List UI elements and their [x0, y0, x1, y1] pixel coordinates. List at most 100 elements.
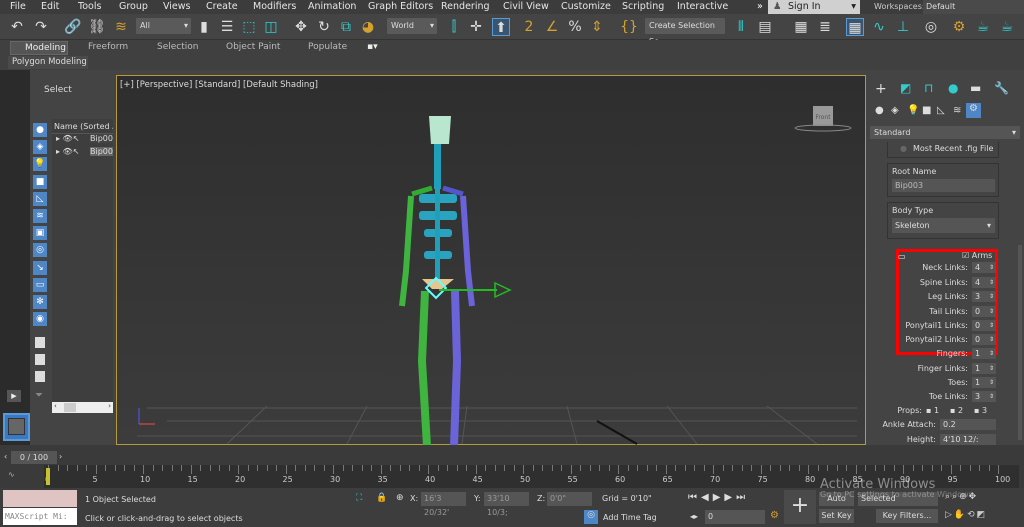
- param-spinner[interactable]: 3 ⇕: [972, 391, 996, 402]
- shapes-icon[interactable]: ◈: [891, 105, 899, 116]
- select-by-name-icon[interactable]: ☰: [218, 18, 236, 36]
- cameras-icon[interactable]: ■: [922, 105, 931, 116]
- placement-icon[interactable]: ◕: [359, 18, 377, 36]
- filter-shapes-icon[interactable]: ◈: [33, 140, 47, 154]
- systems-icon[interactable]: ⚙: [966, 103, 981, 118]
- hierarchy-tab-icon[interactable]: ⊓: [924, 81, 933, 95]
- column-header-name[interactable]: Name (Sorted A: [52, 119, 113, 134]
- current-frame-field[interactable]: 0: [705, 510, 765, 524]
- spinner-arrows-icon[interactable]: ⇕: [989, 377, 994, 388]
- height-spinner[interactable]: 4'10 12/:: [940, 434, 996, 445]
- spinner-arrows-icon[interactable]: ⇕: [989, 262, 994, 273]
- menu-tools[interactable]: Tools: [78, 1, 101, 12]
- param-spinner[interactable]: 1 ⇕: [972, 363, 996, 374]
- set-key-big-button[interactable]: +: [784, 490, 816, 524]
- curve-editor-toggle-icon[interactable]: ∿: [8, 470, 15, 479]
- layer-explorer-icon[interactable]: ≣: [816, 18, 834, 36]
- ribbon-options-icon[interactable]: ▪▾: [367, 42, 378, 52]
- param-spinner[interactable]: 0 ⇕: [972, 334, 996, 345]
- time-slider[interactable]: 0 / 100: [11, 451, 57, 464]
- category-dropdown[interactable]: Standard ▾: [870, 126, 1020, 139]
- viewcube[interactable]: Front: [794, 106, 852, 132]
- toggle-ribbon-icon[interactable]: ▦: [846, 18, 864, 36]
- rendered-frame-window-icon[interactable]: ☕: [974, 18, 992, 36]
- spinner-arrows-icon[interactable]: ⇕: [989, 334, 994, 345]
- menu-interactive[interactable]: Interactive: [677, 1, 728, 12]
- mirror-icon[interactable]: ⫴: [732, 18, 750, 36]
- set-key-button[interactable]: Set Key: [819, 509, 854, 523]
- prop1-checkbox[interactable]: ▪ 1: [926, 406, 939, 415]
- menu-civil-view[interactable]: Civil View: [503, 1, 549, 12]
- percent-snap-icon[interactable]: %: [566, 18, 584, 36]
- spinner-arrows-icon[interactable]: ⇕: [989, 348, 994, 359]
- next-frame-icon[interactable]: ›: [59, 452, 62, 461]
- filter-spacewarps-icon[interactable]: ≋: [33, 209, 47, 223]
- arms-checkbox[interactable]: ☑ Arms: [962, 251, 992, 260]
- display-none-icon[interactable]: [35, 354, 45, 365]
- spinner-arrows-icon[interactable]: ⇕: [989, 391, 994, 402]
- body-type-dropdown[interactable]: Skeleton ▾: [892, 218, 995, 233]
- polygon-modeling-panel[interactable]: Polygon Modeling: [8, 56, 88, 69]
- sign-in-dropdown[interactable]: ♟ Sign In ▾: [768, 0, 860, 14]
- geometry-icon[interactable]: ●: [875, 105, 884, 116]
- named-selection-dropdown[interactable]: Create Selection Se: [645, 18, 725, 46]
- create-tab-icon[interactable]: +: [875, 81, 887, 97]
- select-object-icon[interactable]: ▮: [195, 18, 213, 36]
- y-coordinate-field[interactable]: 33'10 10/3;: [484, 492, 529, 517]
- time-config-icon[interactable]: ⚙: [770, 510, 779, 521]
- menu-modifiers[interactable]: Modifiers: [253, 1, 296, 12]
- list-item[interactable]: ▸ 👁↖Bip003: [52, 147, 113, 160]
- prop2-checkbox[interactable]: ▪ 2: [950, 406, 963, 415]
- param-spinner[interactable]: 4 ⇕: [972, 277, 996, 288]
- root-name-input[interactable]: Bip003: [892, 179, 995, 192]
- param-spinner[interactable]: 3 ⇕: [972, 291, 996, 302]
- tab-freeform[interactable]: Freeform: [88, 42, 128, 52]
- tab-modeling[interactable]: Modeling: [10, 41, 68, 55]
- menu-create[interactable]: Create: [206, 1, 238, 12]
- rotate-icon[interactable]: ↻: [315, 18, 333, 36]
- selection-lock-icon[interactable]: 🔒: [376, 493, 387, 503]
- utilities-tab-icon[interactable]: 🔧: [994, 81, 1009, 95]
- tab-selection[interactable]: Selection: [157, 42, 198, 52]
- spinner-arrows-icon[interactable]: ⇕: [989, 320, 994, 331]
- curve-editor-icon[interactable]: ∿: [870, 18, 888, 36]
- named-selection-sets-icon[interactable]: {}: [620, 18, 638, 36]
- spinner-arrows-icon[interactable]: ⇕: [989, 291, 994, 302]
- reference-coordinate-dropdown[interactable]: World ▾: [387, 18, 437, 34]
- menu-animation[interactable]: Animation: [308, 1, 356, 12]
- tab-populate[interactable]: Populate: [308, 42, 347, 52]
- perspective-viewport[interactable]: [+] [Perspective] [Standard] [Default Sh…: [116, 75, 866, 446]
- time-tag-icon[interactable]: ◎: [584, 510, 598, 524]
- window-crossing-icon[interactable]: ◫: [262, 18, 280, 36]
- render-setup-icon[interactable]: ⚙: [950, 18, 968, 36]
- move-icon[interactable]: ✥: [292, 18, 310, 36]
- filter-hidden-icon[interactable]: ◉: [33, 312, 47, 326]
- spacewarps-icon[interactable]: ≋: [953, 105, 961, 116]
- playback-controls[interactable]: ⏮◀▶▶⏭: [688, 492, 749, 503]
- menu-graph-editors[interactable]: Graph Editors: [368, 1, 433, 12]
- menu-file[interactable]: File: [10, 1, 26, 12]
- maxscript-listener-output[interactable]: [3, 490, 77, 507]
- motion-tab-icon[interactable]: ●: [948, 81, 958, 95]
- menu-customize[interactable]: Customize: [561, 1, 611, 12]
- tab-object-paint[interactable]: Object Paint: [226, 42, 280, 52]
- display-tab-icon[interactable]: ▬: [970, 81, 981, 95]
- workspaces-dropdown[interactable]: Default: [923, 0, 1024, 14]
- isolate-selection-icon[interactable]: ⛶: [356, 493, 362, 503]
- horizontal-scrollbar[interactable]: ‹ ›: [52, 402, 113, 413]
- expand-layout-icon[interactable]: ▶: [7, 390, 21, 402]
- selection-filter-dropdown[interactable]: All ▾: [136, 18, 191, 34]
- list-item[interactable]: ▸ 👁↖Bip003: [52, 134, 113, 147]
- filter-helpers-icon[interactable]: ◺: [33, 192, 47, 206]
- undo-icon[interactable]: ↶: [8, 18, 26, 36]
- param-spinner[interactable]: 4 ⇕: [972, 262, 996, 273]
- filter-particles-icon[interactable]: ✻: [33, 295, 47, 309]
- spinner-arrows-icon[interactable]: ⇕: [989, 363, 994, 374]
- panel-scrollbar[interactable]: [1018, 245, 1022, 440]
- snaps-toggle-icon[interactable]: 2: [520, 18, 538, 36]
- key-mode-icon[interactable]: ◂▸: [690, 512, 698, 521]
- viewport-layout-thumbnail[interactable]: [3, 413, 30, 441]
- filter-bones-icon[interactable]: ↘: [33, 261, 47, 275]
- scale-icon[interactable]: ⧉: [337, 18, 355, 36]
- prop3-checkbox[interactable]: ▪ 3: [974, 406, 987, 415]
